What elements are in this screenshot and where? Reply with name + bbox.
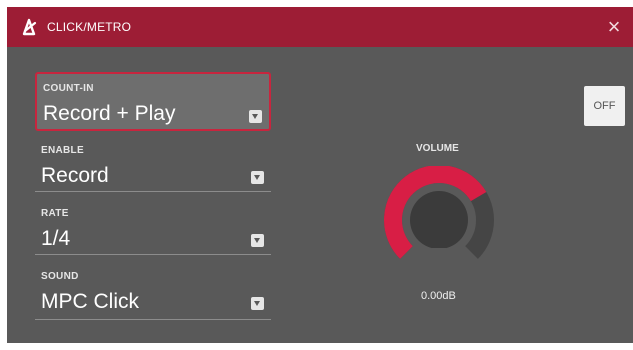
click-metro-dialog: CLICK/METRO × COUNT-IN Record + Play ENA… [7,7,633,343]
rate-value: 1/4 [41,227,71,250]
chevron-down-icon [249,110,262,123]
chevron-down-icon [251,297,264,310]
enable-underline [35,191,271,192]
volume-label: VOLUME [416,143,459,154]
sound-value: MPC Click [41,290,139,313]
close-button[interactable]: × [603,16,625,38]
count-in-value: Record + Play [43,102,176,125]
enable-dropdown[interactable]: ENABLE Record [35,139,271,193]
chevron-down-icon [251,171,264,184]
volume-knob[interactable] [384,166,494,291]
title-bar: CLICK/METRO × [7,7,633,47]
metronome-toggle-button[interactable]: OFF [584,86,625,126]
count-in-dropdown[interactable]: COUNT-IN Record + Play [35,72,271,131]
chevron-down-icon [251,234,264,247]
close-icon: × [607,14,621,39]
rate-label: RATE [41,208,69,219]
metronome-icon [22,18,37,36]
enable-value: Record [41,164,109,187]
rate-dropdown[interactable]: RATE 1/4 [35,202,271,256]
dialog-title: CLICK/METRO [47,20,132,34]
rate-underline [35,254,271,255]
sound-dropdown[interactable]: SOUND MPC Click [35,265,271,321]
volume-knob-stem [432,248,446,278]
enable-label: ENABLE [41,145,84,156]
volume-value: 0.00dB [421,290,456,302]
count-in-label: COUNT-IN [43,83,94,94]
sound-underline [35,319,271,320]
sound-label: SOUND [41,271,79,282]
volume-knob-body [410,191,468,249]
